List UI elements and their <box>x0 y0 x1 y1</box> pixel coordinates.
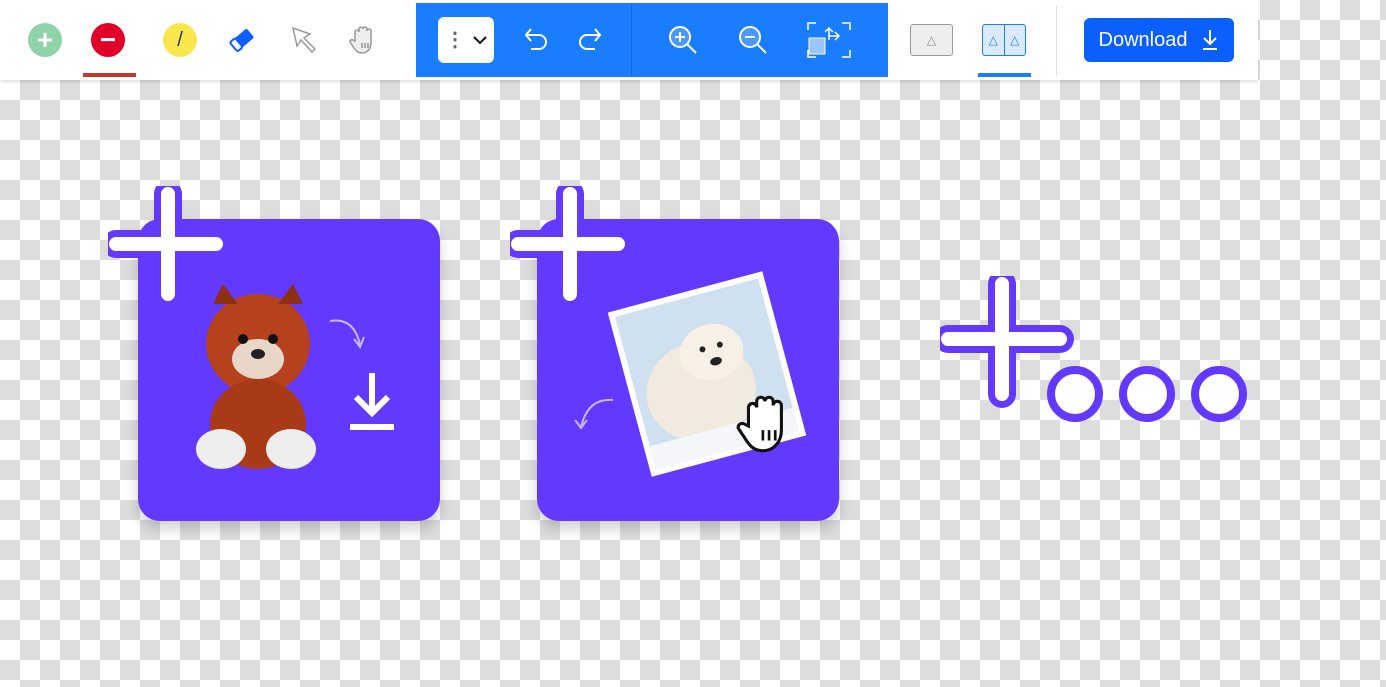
teddy-fox-image <box>196 284 316 469</box>
divider <box>1056 6 1057 76</box>
more-vertical-icon: ⋮ <box>445 29 465 51</box>
undo-button[interactable] <box>514 17 560 63</box>
add-tool-button[interactable]: + <box>25 20 65 60</box>
triangle-icon: △ <box>926 33 937 47</box>
triangle-icon: △ <box>983 25 1005 55</box>
arrow-icon <box>574 398 614 430</box>
redo-icon <box>579 28 602 50</box>
single-view-button[interactable]: △ <box>910 24 953 56</box>
split-view-button[interactable]: △ △ <box>982 24 1026 56</box>
active-tool-indicator <box>83 73 136 77</box>
eraser-tool-button[interactable] <box>222 20 262 60</box>
minus-circle-icon: − <box>91 23 125 57</box>
hand-icon <box>736 395 783 453</box>
redo-button[interactable] <box>566 17 612 63</box>
plus-more-icon <box>940 276 1247 422</box>
fit-screen-icon <box>807 22 851 58</box>
remove-tool-button[interactable]: − <box>88 20 128 60</box>
triangle-icon: △ <box>1010 33 1020 47</box>
zoom-out-icon <box>739 26 767 54</box>
arrow-icon <box>329 319 365 350</box>
plus-icon <box>510 186 625 304</box>
plus-circle-icon: + <box>28 23 62 57</box>
options-menu-button[interactable]: ⋮ <box>438 17 494 63</box>
undo-icon <box>524 28 547 50</box>
fit-to-screen-button[interactable] <box>806 17 852 63</box>
toolbar: + − / ⋮ △ △ △ Download <box>0 0 1258 80</box>
plus-icon <box>108 186 223 304</box>
pan-tool-button[interactable] <box>344 20 384 60</box>
hand-icon <box>349 26 372 54</box>
slash-circle-icon: / <box>163 23 197 57</box>
eraser-icon <box>229 29 254 52</box>
pointer-icon <box>291 26 317 54</box>
download-icon <box>350 373 394 430</box>
select-tool-button[interactable] <box>284 20 324 60</box>
download-button[interactable]: Download <box>1084 18 1234 62</box>
divider <box>631 3 632 77</box>
active-view-indicator <box>978 73 1031 77</box>
download-icon <box>1203 30 1218 50</box>
brush-tool-button[interactable]: / <box>160 20 200 60</box>
zoom-in-icon <box>669 26 697 54</box>
edit-controls-group: ⋮ <box>416 3 888 77</box>
zoom-out-button[interactable] <box>730 17 776 63</box>
zoom-in-button[interactable] <box>660 17 706 63</box>
download-label: Download <box>1098 28 1188 51</box>
chevron-down-icon <box>473 36 487 45</box>
